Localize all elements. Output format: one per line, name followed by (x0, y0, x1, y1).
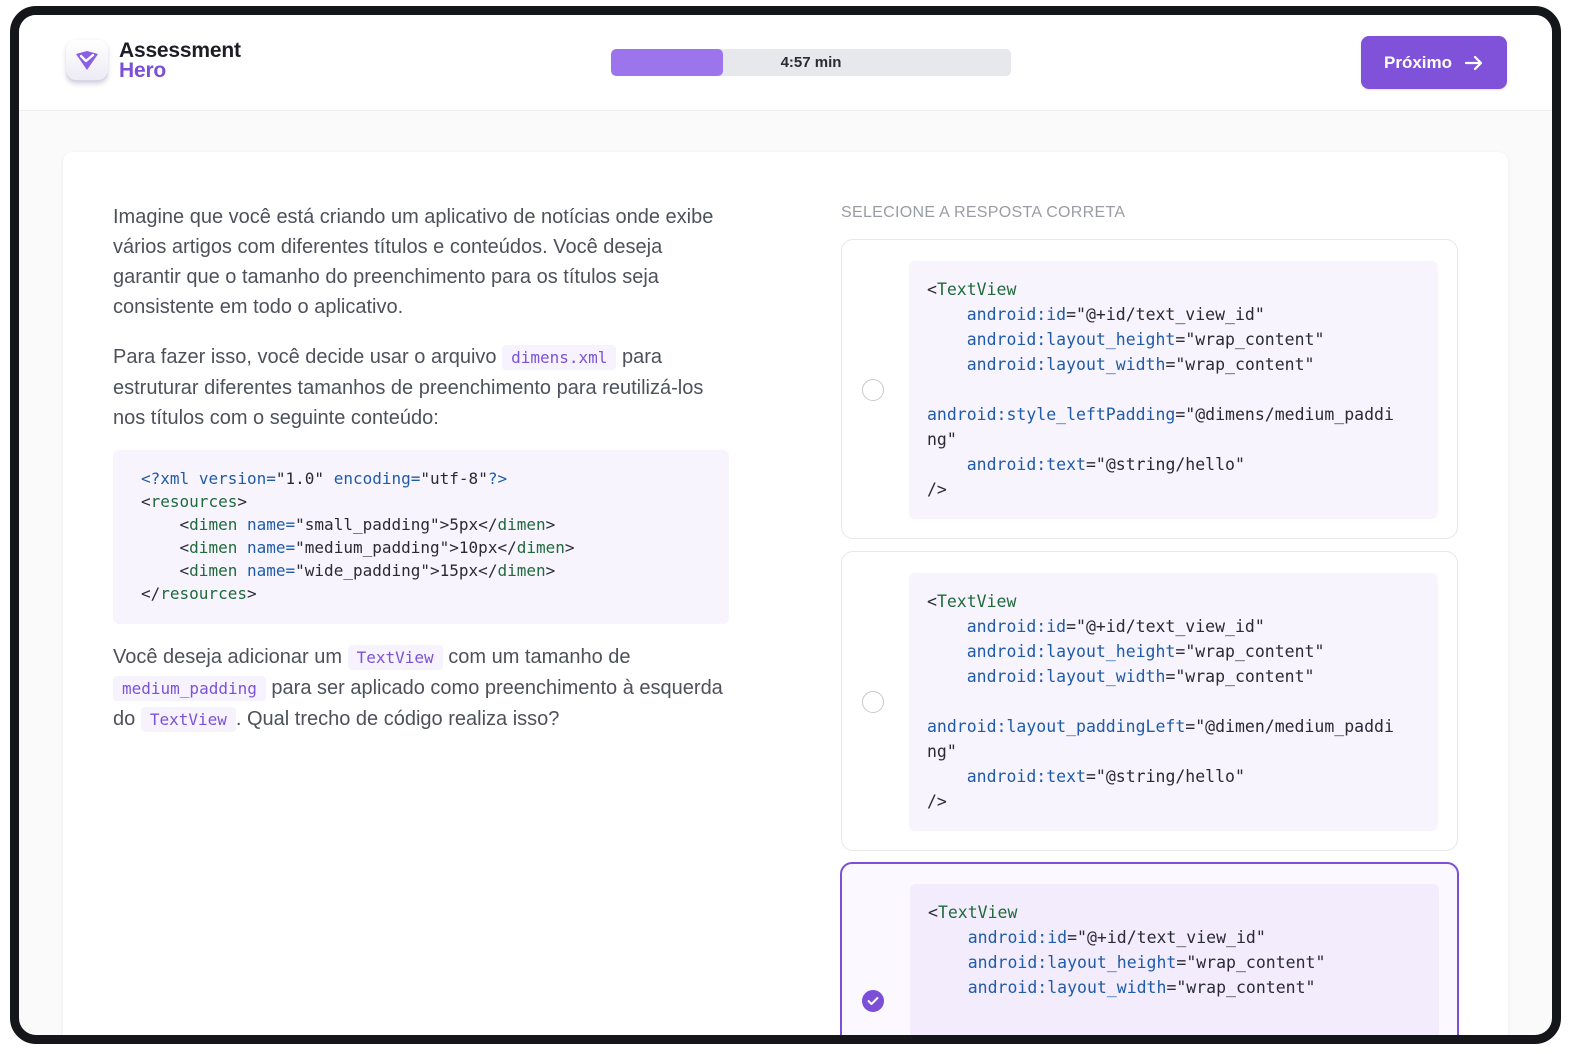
inline-code-textview: TextView (347, 645, 443, 670)
logo-text: Assessment Hero (119, 39, 241, 82)
answer-option-1-radio[interactable] (862, 379, 884, 401)
next-button[interactable]: Próximo (1361, 36, 1507, 89)
logo-badge (66, 40, 108, 82)
answer-option-2-code: <TextView android:id="@+id/text_view_id"… (909, 573, 1438, 831)
check-icon (867, 997, 879, 1005)
logo-line-assessment: Assessment (119, 39, 241, 62)
question-text: Imagine que você está criando um aplicat… (113, 202, 735, 453)
answer-option-1[interactable]: <TextView android:id="@+id/text_view_id"… (841, 239, 1458, 539)
xml-code-block: <?xml version="1.0" encoding="utf-8"?> <… (113, 450, 729, 624)
inline-code-dimens: dimens.xml (502, 345, 617, 370)
timer-label: 4:57 min (780, 54, 842, 71)
answer-option-1-code: <TextView android:id="@+id/text_view_id"… (909, 261, 1438, 519)
timer-progress-bar: 4:57 min (611, 49, 1011, 76)
question-paragraph-3: Você deseja adicionar um TextView com um… (113, 645, 723, 732)
question-paragraph-1: Imagine que você está criando um aplicat… (113, 206, 714, 318)
question-paragraph-2: Para fazer isso, você decide usar o arqu… (113, 345, 704, 429)
inline-code-textview-2: TextView (140, 707, 236, 732)
next-button-label: Próximo (1383, 52, 1453, 72)
logo-line-hero: Hero (119, 59, 167, 82)
answer-option-2[interactable]: <TextView android:id="@+id/text_view_id"… (841, 551, 1458, 851)
question-text-continued: Você deseja adicionar um TextView com um… (113, 642, 735, 755)
inline-code-medium-padding: medium_padding (113, 676, 266, 701)
question-card: Imagine que você está criando um aplicat… (63, 152, 1508, 1035)
answer-option-3-radio[interactable] (862, 990, 884, 1012)
arrow-right-icon (1464, 55, 1483, 70)
answer-option-3-code: <TextView android:id="@+id/text_view_id"… (910, 884, 1439, 1035)
app-window: Assessment Hero 4:57 min Próximo Imagine… (10, 6, 1561, 1044)
answers-heading: SELECIONE A RESPOSTA CORRETA (841, 204, 1126, 221)
shield-check-icon (76, 51, 98, 70)
top-bar: Assessment Hero 4:57 min Próximo (19, 15, 1552, 111)
answer-option-2-radio[interactable] (862, 691, 884, 713)
answer-option-3[interactable]: <TextView android:id="@+id/text_view_id"… (840, 862, 1459, 1035)
